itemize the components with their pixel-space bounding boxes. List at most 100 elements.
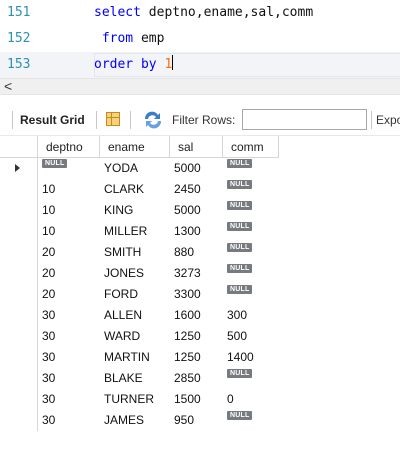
line-number: 152 <box>7 31 31 46</box>
cell-ename[interactable]: MARTIN <box>100 347 170 368</box>
column-header-sal[interactable]: sal <box>170 136 223 158</box>
cell-sal[interactable]: 1500 <box>170 389 223 410</box>
cell-value: WARD <box>104 329 141 343</box>
column-header-comm[interactable]: comm <box>223 136 279 158</box>
cell-comm[interactable]: NULL <box>223 284 279 305</box>
cell-comm[interactable]: NULL <box>223 221 279 242</box>
cell-comm[interactable]: NULL <box>223 410 279 431</box>
cell-comm[interactable]: 500 <box>223 326 279 347</box>
row-indicator[interactable] <box>0 200 38 221</box>
cell-ename[interactable]: JAMES <box>100 410 170 431</box>
cell-sal[interactable]: 1600 <box>170 305 223 326</box>
cell-deptno[interactable]: 10 <box>38 200 100 221</box>
editor-line-153[interactable]: 153 order by 1 <box>0 52 400 78</box>
cell-sal[interactable]: 3300 <box>170 284 223 305</box>
row-indicator[interactable] <box>0 389 38 410</box>
row-indicator[interactable] <box>0 410 38 431</box>
table-row[interactable]: 20 JONES 3273 NULL <box>0 263 279 284</box>
cell-comm[interactable]: NULL <box>223 368 279 389</box>
sql-editor[interactable]: 151 select deptno,ename,sal,comm 152 fro… <box>0 0 400 78</box>
table-row[interactable]: 30 BLAKE 2850 NULL <box>0 368 279 389</box>
scroll-left-arrow-icon[interactable]: < <box>4 78 12 95</box>
cell-value: 10 <box>42 224 56 238</box>
cell-comm[interactable]: 0 <box>223 389 279 410</box>
cell-ename[interactable]: ALLEN <box>100 305 170 326</box>
cell-deptno[interactable]: 10 <box>38 179 100 200</box>
cell-ename[interactable]: CLARK <box>100 179 170 200</box>
table-row[interactable]: 30 WARD 1250 500 <box>0 326 279 347</box>
cell-sal[interactable]: 950 <box>170 410 223 431</box>
grid-layout-icon[interactable] <box>106 112 120 126</box>
cell-ename[interactable]: MILLER <box>100 221 170 242</box>
filter-rows-input[interactable] <box>242 109 367 130</box>
editor-line-152[interactable]: 152 from emp <box>0 26 400 52</box>
cell-ename[interactable]: BLAKE <box>100 368 170 389</box>
table-row[interactable]: NULL YODA 5000 NULL <box>0 158 279 179</box>
row-indicator[interactable] <box>0 347 38 368</box>
table-row[interactable]: 20 SMITH 880 NULL <box>0 242 279 263</box>
cell-deptno[interactable]: NULL <box>38 158 100 179</box>
table-row[interactable]: 10 CLARK 2450 NULL <box>0 179 279 200</box>
cell-sal[interactable]: 880 <box>170 242 223 263</box>
table-row[interactable]: 30 TURNER 1500 0 <box>0 389 279 410</box>
code-text[interactable]: select deptno,ename,sal,comm <box>94 0 313 26</box>
table-row[interactable]: 10 MILLER 1300 NULL <box>0 221 279 242</box>
table-row[interactable]: 30 ALLEN 1600 300 <box>0 305 279 326</box>
cell-sal[interactable]: 1250 <box>170 326 223 347</box>
cell-sal[interactable]: 1300 <box>170 221 223 242</box>
table-row[interactable]: 20 FORD 3300 NULL <box>0 284 279 305</box>
cell-comm[interactable]: NULL <box>223 242 279 263</box>
cell-deptno[interactable]: 30 <box>38 368 100 389</box>
code-text[interactable]: order by 1 <box>94 52 174 78</box>
refresh-filter-icon[interactable] <box>142 110 164 130</box>
editor-horizontal-scrollbar[interactable]: < <box>0 78 400 95</box>
cell-sal[interactable]: 1250 <box>170 347 223 368</box>
column-header-ename[interactable]: ename <box>100 136 170 158</box>
editor-line-151[interactable]: 151 select deptno,ename,sal,comm <box>0 0 400 26</box>
export-button[interactable]: Export: <box>376 104 400 136</box>
result-grid-tab[interactable]: Result Grid <box>20 104 85 136</box>
row-indicator[interactable] <box>0 242 38 263</box>
row-indicator[interactable] <box>0 326 38 347</box>
table-row[interactable]: 30 MARTIN 1250 1400 <box>0 347 279 368</box>
cell-sal[interactable]: 5000 <box>170 200 223 221</box>
cell-ename[interactable]: TURNER <box>100 389 170 410</box>
result-grid[interactable]: deptno ename sal comm NULL YODA 5000 NULL 10… <box>0 136 400 454</box>
row-indicator[interactable] <box>0 368 38 389</box>
cell-deptno[interactable]: 30 <box>38 326 100 347</box>
cell-ename[interactable]: WARD <box>100 326 170 347</box>
cell-sal[interactable]: 2450 <box>170 179 223 200</box>
cell-ename[interactable]: KING <box>100 200 170 221</box>
cell-deptno[interactable]: 30 <box>38 305 100 326</box>
row-indicator[interactable] <box>0 179 38 200</box>
cell-deptno[interactable]: 20 <box>38 263 100 284</box>
cell-deptno[interactable]: 30 <box>38 389 100 410</box>
cell-ename[interactable]: JONES <box>100 263 170 284</box>
table-row[interactable]: 10 KING 5000 NULL <box>0 200 279 221</box>
cell-comm[interactable]: 300 <box>223 305 279 326</box>
cell-deptno[interactable]: 20 <box>38 242 100 263</box>
cell-comm[interactable]: NULL <box>223 200 279 221</box>
cell-comm[interactable]: NULL <box>223 179 279 200</box>
cell-ename[interactable]: SMITH <box>100 242 170 263</box>
row-indicator[interactable] <box>0 305 38 326</box>
code-text[interactable]: from emp <box>94 26 165 52</box>
cell-deptno[interactable]: 10 <box>38 221 100 242</box>
cell-sal[interactable]: 2850 <box>170 368 223 389</box>
table-row[interactable]: 30 JAMES 950 NULL <box>0 410 279 431</box>
cell-comm[interactable]: NULL <box>223 158 279 179</box>
cell-comm[interactable]: NULL <box>223 263 279 284</box>
row-indicator[interactable] <box>0 158 38 179</box>
cell-ename[interactable]: YODA <box>100 158 170 179</box>
row-indicator[interactable] <box>0 263 38 284</box>
cell-deptno[interactable]: 30 <box>38 410 100 431</box>
cell-sal[interactable]: 3273 <box>170 263 223 284</box>
cell-deptno[interactable]: 30 <box>38 347 100 368</box>
row-indicator[interactable] <box>0 221 38 242</box>
column-header-deptno[interactable]: deptno <box>38 136 100 158</box>
cell-deptno[interactable]: 20 <box>38 284 100 305</box>
row-indicator[interactable] <box>0 284 38 305</box>
cell-sal[interactable]: 5000 <box>170 158 223 179</box>
cell-comm[interactable]: 1400 <box>223 347 279 368</box>
cell-ename[interactable]: FORD <box>100 284 170 305</box>
